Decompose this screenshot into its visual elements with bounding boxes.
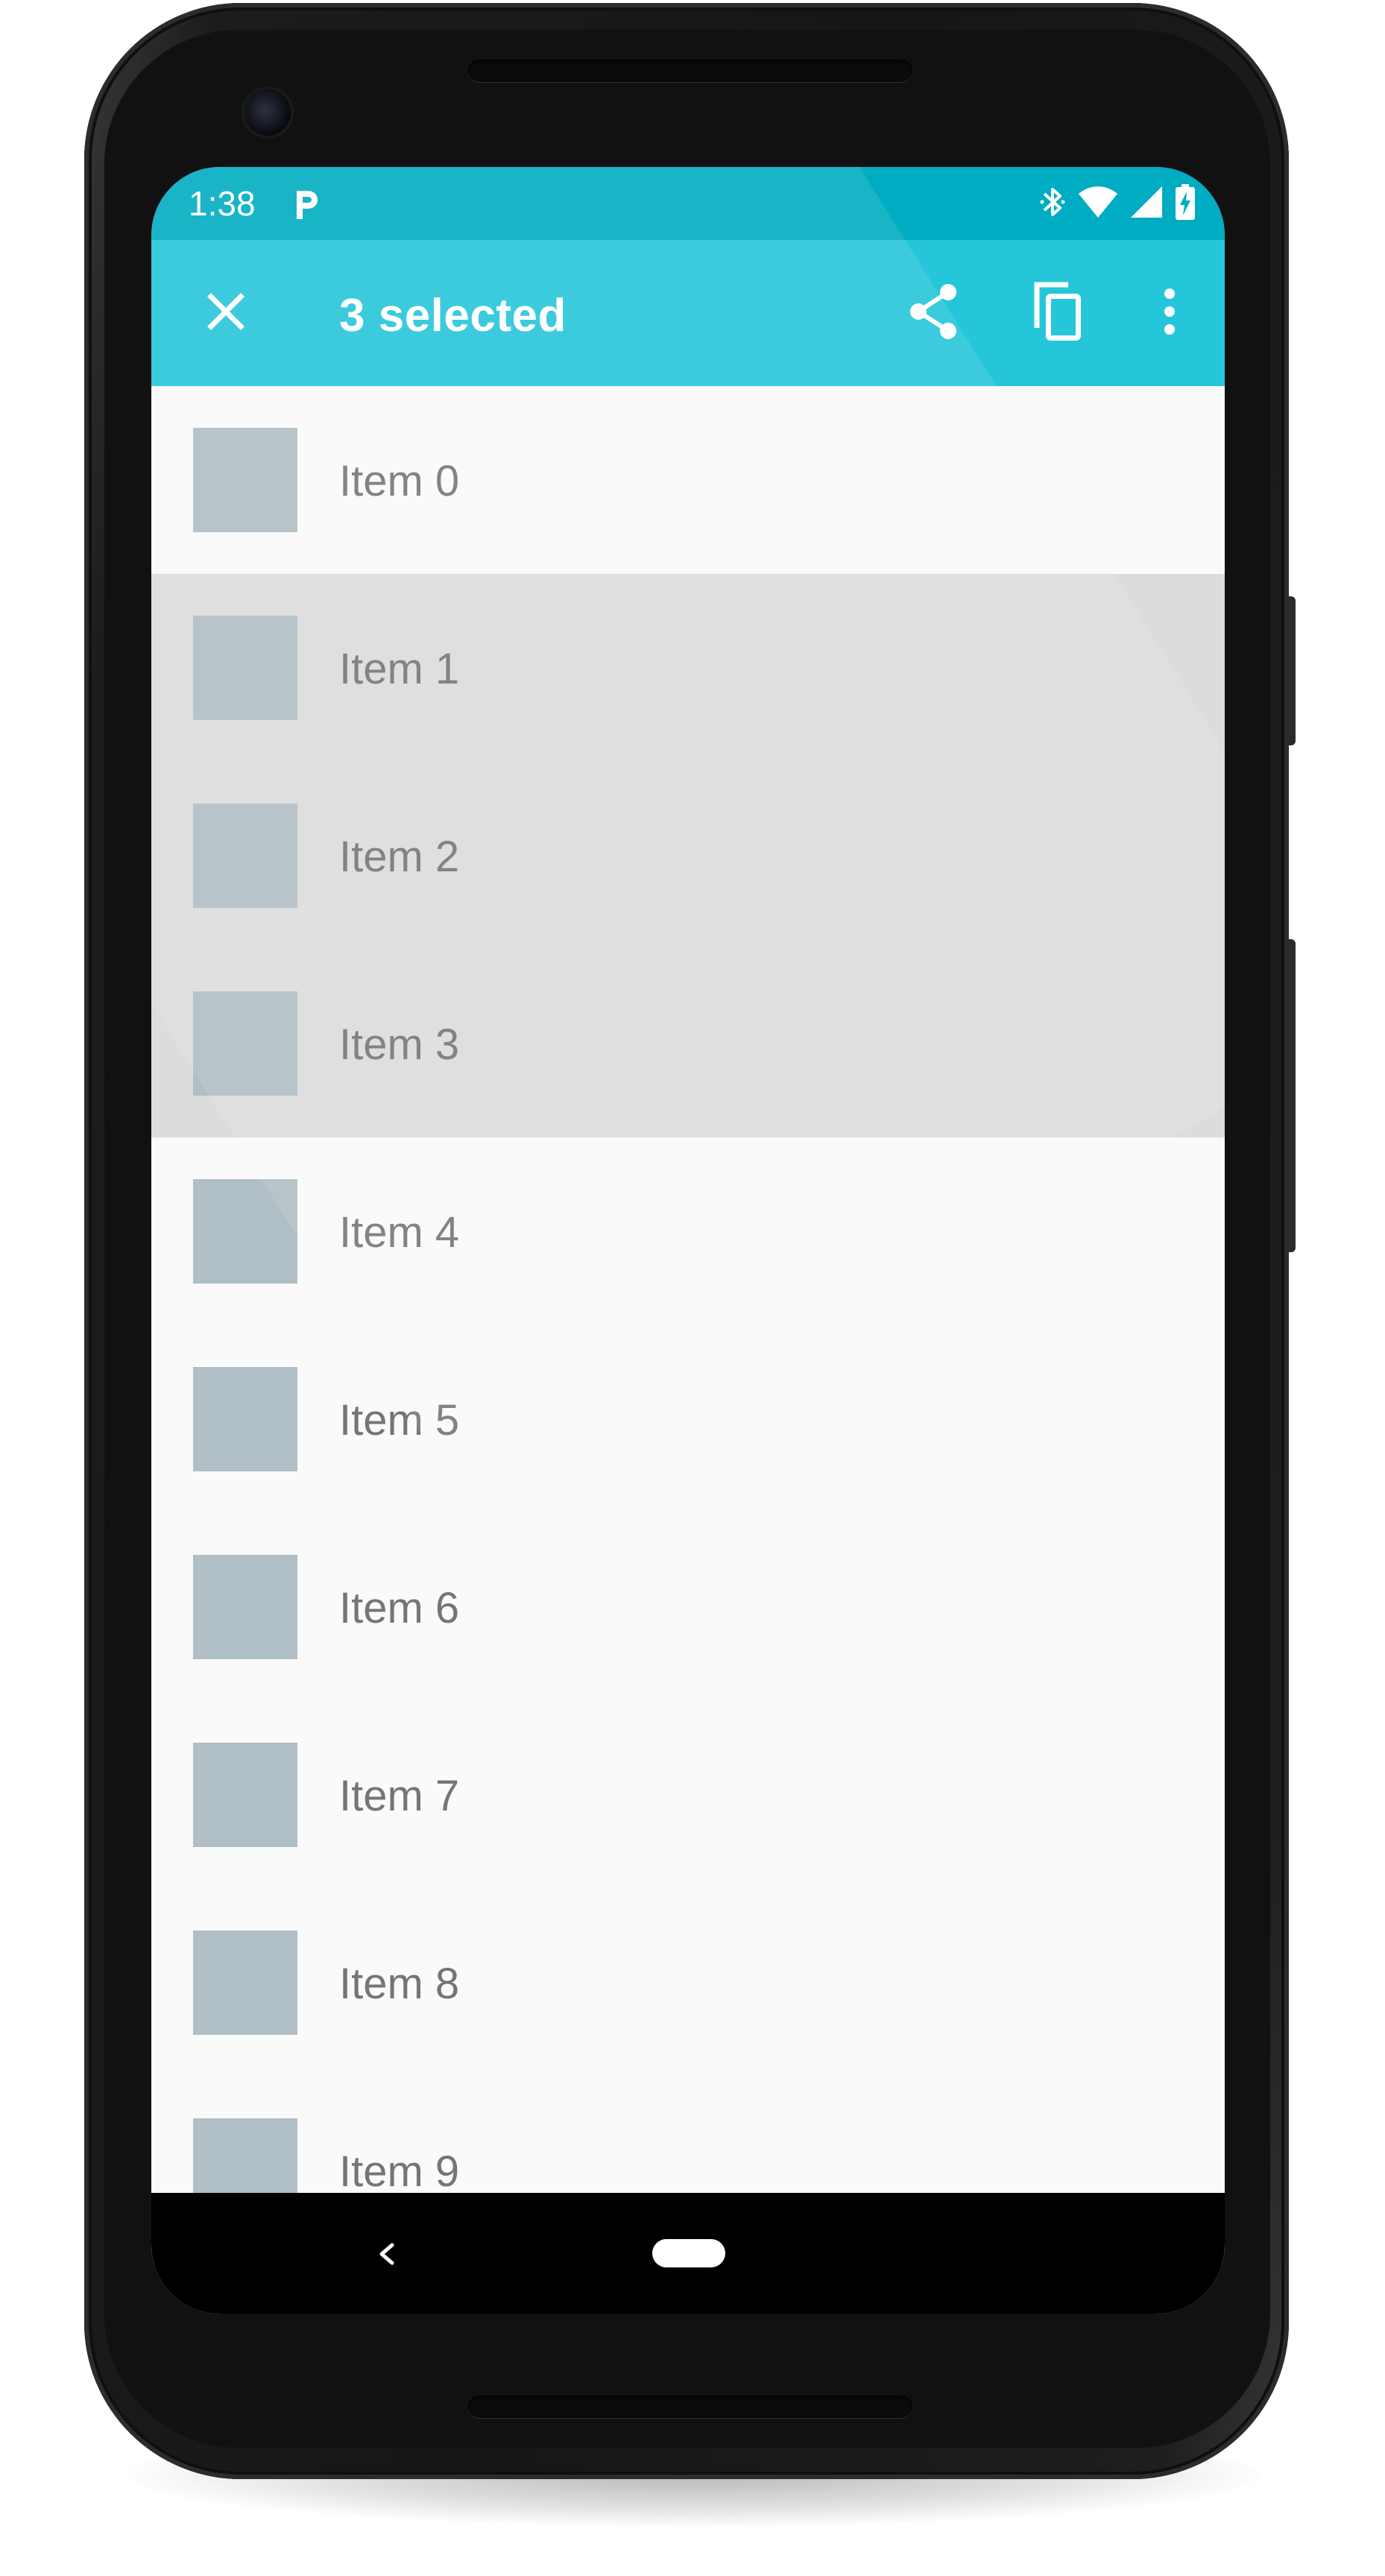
item-thumbnail (193, 1931, 297, 2035)
close-selection-button[interactable] (189, 276, 263, 350)
list-item[interactable]: Item 5 (151, 1325, 1225, 1513)
item-label: Item 0 (339, 457, 460, 505)
list-item[interactable]: Item 8 (151, 1889, 1225, 2077)
item-thumbnail (193, 616, 297, 720)
status-bar: 1:38 (151, 167, 1225, 240)
item-thumbnail (193, 991, 297, 1096)
item-label: Item 6 (339, 1584, 460, 1632)
item-thumbnail (193, 1179, 297, 1284)
status-time: 1:38 (189, 184, 256, 223)
item-label: Item 4 (339, 1208, 460, 1257)
item-thumbnail (193, 1367, 297, 1471)
item-label: Item 1 (339, 645, 460, 693)
item-label: Item 7 (339, 1772, 460, 1820)
item-label: Item 3 (339, 1020, 460, 1069)
cell-signal-icon (1131, 186, 1162, 221)
status-icons (1040, 183, 1195, 224)
item-label: Item 2 (339, 833, 460, 881)
top-speaker-grille (468, 60, 912, 82)
contextual-action-bar: 3 selected (151, 240, 1225, 386)
list-item[interactable]: Item 7 (151, 1701, 1225, 1889)
front-camera (244, 89, 291, 136)
item-thumbnail (193, 1743, 297, 1847)
wifi-icon (1079, 186, 1117, 221)
volume-button (1287, 939, 1296, 1252)
list-item[interactable]: Item 4 (151, 1137, 1225, 1325)
screen: 1:38 3 selected Item 0 Item 1 Item 2 Ite… (151, 167, 1225, 2314)
bluetooth-icon (1040, 185, 1065, 223)
list-item-selected[interactable]: Item 2 (151, 762, 1225, 950)
copy-icon (1032, 282, 1083, 345)
item-list: Item 0 Item 1 Item 2 Item 3 Item 4 Item … (151, 386, 1225, 2264)
selection-count-title: 3 selected (339, 290, 567, 341)
home-pill-icon[interactable] (652, 2239, 725, 2267)
more-vert-icon (1162, 288, 1177, 339)
share-button[interactable] (897, 276, 971, 350)
copy-button[interactable] (1020, 276, 1095, 350)
battery-charging-icon (1176, 183, 1195, 224)
item-thumbnail (193, 1555, 297, 1659)
list-item-selected[interactable]: Item 3 (151, 950, 1225, 1137)
item-label: Item 8 (339, 1960, 460, 2008)
more-options-button[interactable] (1132, 276, 1207, 350)
list-item[interactable]: Item 0 (151, 386, 1225, 574)
bottom-speaker-grille (468, 2396, 912, 2418)
item-thumbnail (193, 804, 297, 908)
list-item[interactable]: Item 6 (151, 1513, 1225, 1701)
item-thumbnail (193, 428, 297, 532)
navigation-bar (151, 2193, 1225, 2314)
item-label: Item 5 (339, 1396, 460, 1445)
parking-p-icon (291, 188, 321, 221)
share-icon (908, 283, 960, 344)
list-item-selected[interactable]: Item 1 (151, 574, 1225, 762)
item-label: Item 9 (339, 2147, 460, 2196)
power-button (1287, 596, 1296, 745)
close-icon (205, 291, 247, 336)
back-chevron-icon (364, 2243, 408, 2287)
back-button[interactable] (364, 2224, 408, 2284)
